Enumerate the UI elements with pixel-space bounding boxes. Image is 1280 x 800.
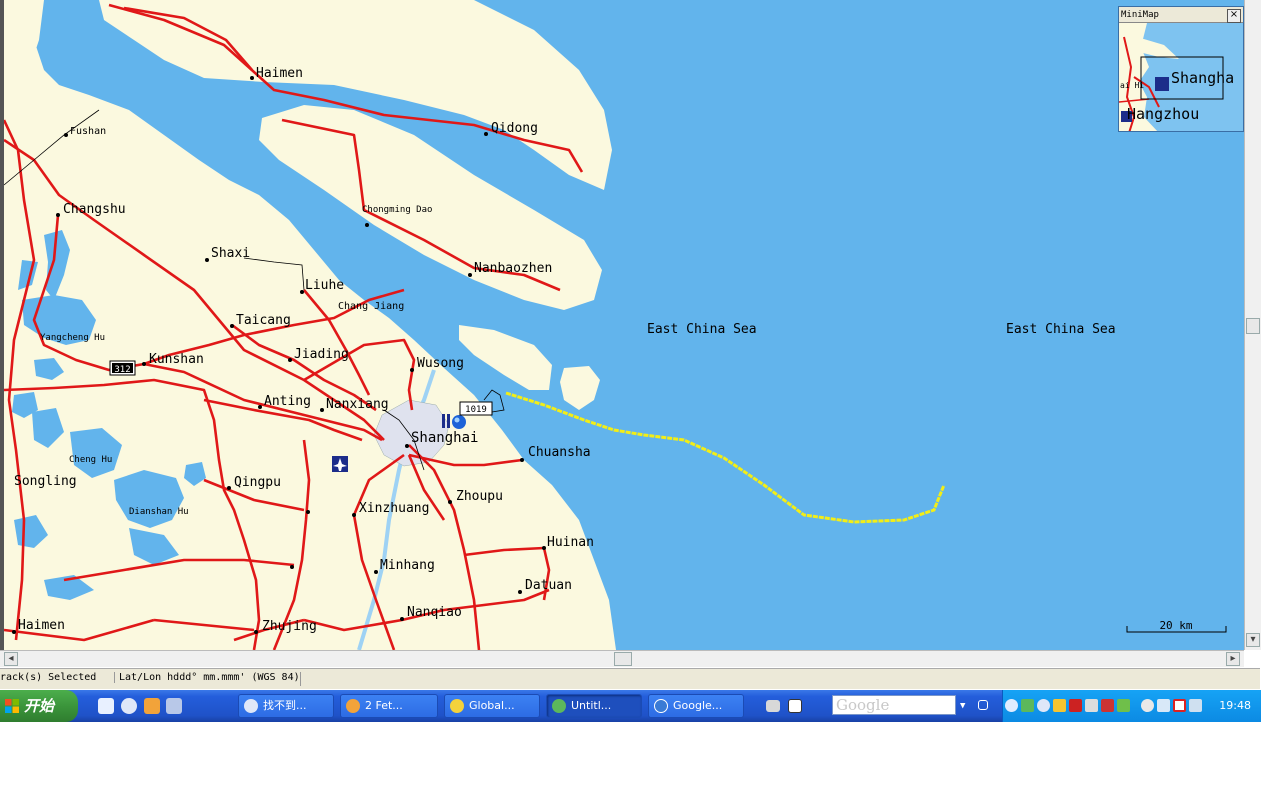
start-button[interactable]: 开始 — [0, 690, 78, 722]
place-dianshan-hu: Dianshan Hu — [129, 507, 189, 517]
tray-expand-icon[interactable] — [1005, 699, 1018, 712]
scale-label: 20 km — [1159, 619, 1192, 632]
place-zhujing: Zhujing — [262, 619, 317, 634]
minimap-close-button[interactable]: × — [1227, 9, 1241, 23]
place-qidong: Qidong — [491, 121, 538, 136]
tray-stop-icon[interactable] — [1173, 699, 1186, 712]
place-wusong: Wusong — [417, 356, 464, 371]
minimap-window[interactable]: MiniMap × Shangha Hangzhou ai Hi — [1118, 6, 1244, 132]
route-shield-312-label: 312 — [114, 365, 130, 375]
windows-flag-icon — [5, 699, 19, 713]
system-tray: 19:48 — [1002, 690, 1261, 722]
airport-icon — [332, 456, 348, 472]
place-qingpu: Qingpu — [234, 475, 281, 490]
position-format-status: Lat/Lon hddd° mm.mmm' (WGS 84) — [114, 672, 300, 683]
task-label: 找不到... — [263, 699, 307, 712]
start-label: 开始 — [24, 697, 55, 715]
explorer-icon[interactable] — [166, 698, 182, 714]
tray-messenger-icon[interactable] — [1037, 699, 1050, 712]
vertical-scroll-thumb[interactable] — [1246, 318, 1260, 334]
place-changshu: Changshu — [63, 202, 126, 217]
tray-antivirus-icon[interactable] — [1069, 699, 1082, 712]
scroll-right-icon[interactable]: ▸ — [1226, 652, 1240, 666]
place-nanxiang: Nanxiang — [326, 397, 389, 412]
place-zhoupu: Zhoupu — [456, 489, 503, 504]
firefox-icon[interactable] — [144, 698, 160, 714]
minimap-label-haihi: ai Hi — [1120, 81, 1145, 90]
place-taicang: Taicang — [236, 313, 291, 328]
place-liuhe: Liuhe — [305, 278, 344, 293]
task-label: Global... — [469, 699, 515, 712]
task-button-4[interactable]: Untitl... — [546, 694, 642, 718]
tray-input-icon[interactable] — [1141, 699, 1154, 712]
task-button-5[interactable]: Google... — [648, 694, 744, 718]
place-chang-jiang: Chang Jiang — [338, 301, 404, 312]
tray-monitor-icon[interactable] — [1189, 699, 1202, 712]
messenger-task-icon — [244, 699, 258, 713]
place-nanbaozhen: Nanbaozhen — [474, 261, 552, 276]
selection-status: rack(s) Selected — [0, 672, 97, 683]
minimap-title: MiniMap — [1121, 10, 1159, 20]
place-yangcheng-hu: Yangcheng Hu — [40, 333, 105, 343]
tray-shield-icon[interactable] — [1053, 699, 1066, 712]
place-nanqiao: Nanqiao — [407, 605, 462, 620]
vertical-scrollbar[interactable]: ▾ — [1244, 0, 1261, 650]
place-shaxi: Shaxi — [211, 246, 250, 261]
globalmapper-task-icon — [450, 699, 464, 713]
route-shield-1019-label: 1019 — [465, 405, 487, 415]
keyboard-icon[interactable] — [766, 700, 780, 712]
map-canvas[interactable]: 312 1019 Haimen Fushan Qidong Changshu C… — [4, 0, 1244, 650]
status-bar: rack(s) Selected Lat/Lon hddd° mm.mmm' (… — [0, 668, 1260, 689]
place-chongming-dao: Chongming Dao — [362, 205, 432, 215]
search-options-icon[interactable] — [978, 700, 988, 710]
task-button-1[interactable]: 找不到... — [238, 694, 334, 718]
place-huinan: Huinan — [547, 535, 594, 550]
place-fushan: Fushan — [70, 126, 106, 137]
horizontal-scrollbar[interactable]: ◂ ▸ — [0, 650, 1244, 667]
task-button-3[interactable]: Global... — [444, 694, 540, 718]
place-shanghai: Shanghai — [411, 430, 478, 446]
tray-app-icon[interactable] — [1101, 699, 1114, 712]
clock[interactable]: 19:48 — [1219, 699, 1251, 712]
google-earth-task-icon — [654, 699, 668, 713]
minimap-label-hangzhou: Hangzhou — [1127, 105, 1200, 123]
task-label: 2 Fet... — [365, 699, 403, 712]
place-chuansha: Chuansha — [528, 445, 591, 460]
sea-label-1: East China Sea — [647, 322, 757, 337]
search-dropdown-icon[interactable]: ▼ — [960, 702, 970, 711]
tray-phone-icon[interactable] — [1157, 699, 1170, 712]
browser-task-icon — [552, 699, 566, 713]
google-search-input[interactable]: Google — [832, 695, 956, 715]
status-divider — [300, 672, 301, 686]
sea-label-2: East China Sea — [1006, 322, 1116, 337]
messenger-icon[interactable] — [121, 698, 137, 714]
place-datuan: Datuan — [525, 578, 572, 593]
task-label: Untitl... — [571, 699, 612, 712]
place-jiading: Jiading — [294, 347, 349, 362]
scroll-left-icon[interactable]: ◂ — [4, 652, 18, 666]
taskbar: 开始 找不到... 2 Fet... Global... Untitl... G… — [0, 690, 1261, 722]
firefox-task-icon — [346, 699, 360, 713]
tray-volume-icon[interactable] — [1085, 699, 1098, 712]
place-haimen-north: Haimen — [256, 66, 303, 81]
map-view[interactable]: 312 1019 Haimen Fushan Qidong Changshu C… — [0, 0, 1244, 650]
place-anting: Anting — [264, 394, 311, 409]
place-xinzhuang: Xinzhuang — [359, 501, 429, 516]
place-minhang: Minhang — [380, 558, 435, 573]
horizontal-scroll-thumb[interactable] — [614, 652, 632, 666]
place-cheng-hu: Cheng Hu — [69, 455, 112, 465]
task-button-2[interactable]: 2 Fet... — [340, 694, 438, 718]
help-icon[interactable] — [788, 699, 802, 713]
place-songling: Songling — [14, 474, 77, 489]
task-label: Google... — [673, 699, 723, 712]
tray-network-icon[interactable] — [1021, 699, 1034, 712]
tray-update-icon[interactable] — [1117, 699, 1130, 712]
place-kunshan: Kunshan — [149, 352, 204, 367]
minimap-titlebar[interactable]: MiniMap × — [1119, 7, 1243, 23]
place-haimen-south: Haimen — [18, 618, 65, 633]
show-desktop-icon[interactable] — [98, 698, 114, 714]
scroll-down-icon[interactable]: ▾ — [1246, 633, 1260, 647]
minimap-label-shanghai: Shangha — [1171, 69, 1235, 87]
